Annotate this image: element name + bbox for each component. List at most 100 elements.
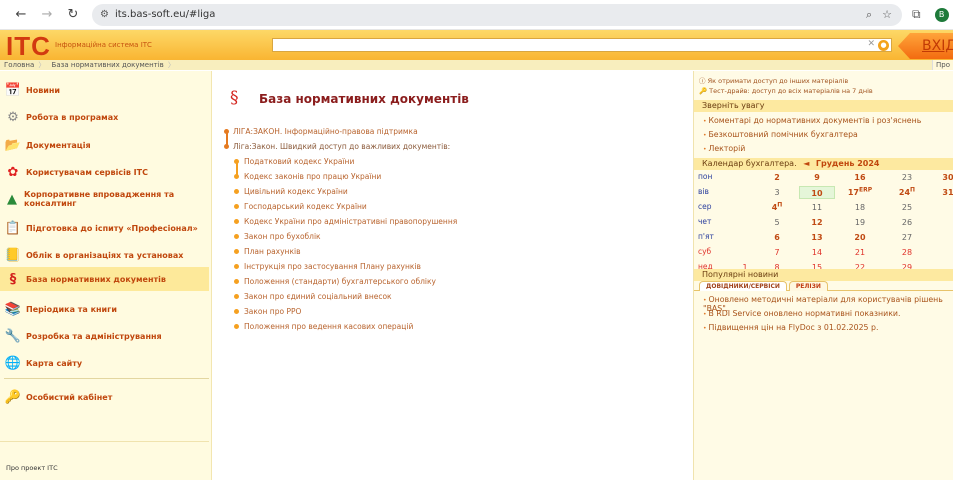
calendar-day[interactable]: 13 [799,231,835,244]
sidebar-item-label: Облік в організаціях та установах [26,250,184,260]
sidebar-item[interactable]: 🔑 Особистий кабінет [0,385,209,409]
about-project-link[interactable]: Про проект ІТС [6,464,58,472]
calendar-day[interactable]: 14 [799,246,835,259]
sidebar-item[interactable]: 📂 Документація [0,133,209,157]
trial-link[interactable]: 🔑 Тест-драйв: доступ до всіх матеріалів … [699,87,873,95]
extensions-icon[interactable]: ⧉ [912,7,921,22]
zoom-icon[interactable]: ⌕ [866,8,872,22]
breadcrumb-current[interactable]: База нормативних документів [52,61,164,69]
document-link[interactable]: Кодекс України про адміністративні право… [223,216,457,231]
day-marker: ERP [859,186,873,194]
calendar-row: пон 2 9 16 23 30 [694,170,953,185]
tab-services[interactable]: ДОВІДНИКИ/СЕРВІСИ [699,281,787,291]
calendar-day[interactable]: 11 [799,201,835,214]
calendar-row: суб 7 14 21 28 [694,245,953,260]
news-item[interactable]: В RDI Service оновлено нормативні показн… [703,309,900,318]
calendar-month: Грудень 2024 [815,159,880,168]
document-link[interactable]: Закон про єдиний соціальний внесок [223,291,457,306]
sidebar-item-label: Особистий кабінет [26,392,113,402]
breadcrumb-home[interactable]: Головна [4,61,34,69]
document-tree: ЛІГА:ЗАКОН. Інформаційно-правова підтрим… [223,126,457,336]
ledger-icon: 📒 [4,247,22,263]
sidebar-item[interactable]: 🔧 Розробка та адміністрування [0,324,209,348]
bullet-icon [234,219,239,224]
attention-item[interactable]: Безкоштовний помічник бухгалтера [703,130,857,139]
folder-icon: 📂 [4,137,22,153]
sidebar-item[interactable]: ⚙ Робота в програмах [0,105,209,129]
right-panel: ⓘ Як отримати доступ до інших матеріалів… [693,71,953,480]
sidebar-item[interactable]: § База нормативних документів [0,267,209,291]
calendar-day[interactable]: 6 [759,231,795,244]
flower-icon: ✿ [7,164,19,180]
itc-logo[interactable]: ІТС [6,33,51,59]
forward-icon[interactable]: → [34,7,60,22]
calendar-day[interactable]: 5 [759,216,795,229]
document-link[interactable]: Положення про ведення касових операцій [223,321,457,336]
sidebar-item[interactable]: 🌐 Карта сайту [0,351,209,375]
bookmark-star-icon[interactable]: ☆ [882,8,892,22]
calendar-day[interactable]: 10 [799,186,835,199]
news-item[interactable]: Підвищення цін на FlyDoc з 01.02.2025 р. [703,323,878,332]
calendar-day[interactable]: 2 [759,171,795,184]
sidebar-item[interactable]: 📚 Періодика та книги [0,297,209,321]
bullet-icon [234,204,239,209]
back-icon[interactable]: ← [8,7,34,22]
bullet-icon [234,294,239,299]
search-icon[interactable]: ● [878,40,889,51]
document-link[interactable]: Кодекс законів про працю України [223,171,457,186]
calendar-title[interactable]: Календар бухгалтера. [702,159,797,168]
document-link[interactable]: Закон про бухоблік [223,231,457,246]
sidebar-item[interactable]: 📋 Підготовка до іспиту «Професіонал» [0,216,209,240]
calendar-day[interactable]: 7 [759,246,795,259]
calendar-day[interactable]: 17ERP [842,186,878,199]
calendar-day[interactable]: 31 [930,186,953,199]
attention-item[interactable]: Коментарі до нормативних документів і ро… [703,116,921,125]
calendar-day[interactable]: 20 [842,231,878,244]
document-link[interactable]: План рахунків [223,246,457,261]
calendar-day[interactable]: 21 [842,246,878,259]
login-button[interactable]: ВХІД [898,33,953,59]
liga-zakon-link[interactable]: ЛІГА:ЗАКОН. Інформаційно-правова підтрим… [223,126,457,141]
profile-avatar[interactable]: B [934,7,949,22]
calendar-day[interactable]: 9 [799,171,835,184]
globe-icon: 🌐 [4,355,22,371]
calendar-day[interactable]: 12 [799,216,835,229]
calendar-day[interactable]: 24П [889,186,925,199]
attention-item[interactable]: Лекторій [703,144,745,153]
document-link[interactable]: Закон про РРО [223,306,457,321]
prev-month-icon[interactable]: ◄ [803,159,809,168]
document-link[interactable]: Господарський кодекс України [223,201,457,216]
document-link[interactable]: Податковий кодекс України [223,156,457,171]
attention-header: Зверніть увагу [694,100,953,112]
day-marker: П [777,201,783,209]
document-link[interactable]: Інструкція про застосування Плану рахунк… [223,261,457,276]
about-link[interactable]: Про [932,60,953,70]
sidebar-item[interactable]: ✿ Користувачам сервісів ІТС [0,160,209,184]
tab-releases[interactable]: РЕЛІЗИ [788,281,828,291]
site-info-icon[interactable]: ⚙ [100,9,109,20]
browser-toolbar: ← → ↻ ⚙ its.bas-soft.eu/#liga ⌕ ☆ ⧉ B [0,0,953,30]
document-link[interactable]: Положення (стандарти) бухгалтерського об… [223,276,457,291]
sidebar-item-label: Розробка та адміністрування [26,331,162,341]
calendar-day[interactable]: 26 [889,216,925,229]
clear-icon[interactable]: ✕ [867,39,875,49]
reload-icon[interactable]: ↻ [60,7,86,22]
calendar-day[interactable]: 27 [889,231,925,244]
document-link[interactable]: Цивільний кодекс України [223,186,457,201]
sidebar-item[interactable]: 📒 Облік в організаціях та установах [0,243,209,267]
calendar-day[interactable]: 30 [930,171,953,184]
calendar-day[interactable]: 25 [889,201,925,214]
access-link[interactable]: ⓘ Як отримати доступ до інших матеріалів [699,75,848,85]
calendar-day[interactable]: 3 [759,186,795,199]
calendar-day[interactable]: 16 [842,171,878,184]
sidebar-item[interactable]: ▲ Корпоративне впровадження та консалтинг [0,185,209,213]
weekday-label: вів [698,187,709,196]
search-input[interactable]: ✕ ● [272,38,892,52]
address-bar[interactable]: ⚙ its.bas-soft.eu/#liga ⌕ ☆ [92,3,902,26]
calendar-day[interactable]: 23 [889,171,925,184]
sidebar-item[interactable]: 📅 Новини [0,78,209,102]
calendar-day[interactable]: 4П [759,201,795,214]
calendar-day[interactable]: 28 [889,246,925,259]
calendar-day[interactable]: 19 [842,216,878,229]
calendar-day[interactable]: 18 [842,201,878,214]
